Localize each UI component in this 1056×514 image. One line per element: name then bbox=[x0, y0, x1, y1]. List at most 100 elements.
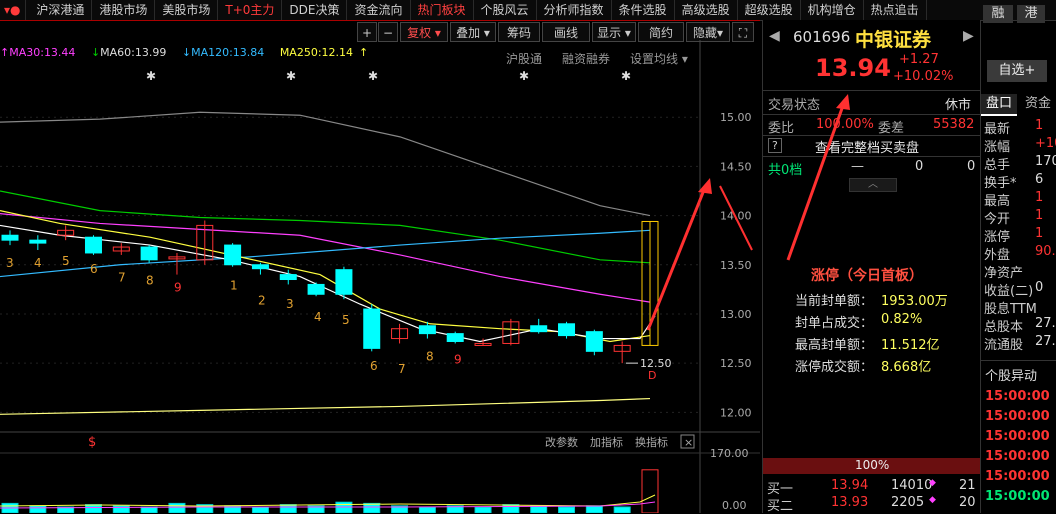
buy-p: 13.94 bbox=[831, 478, 869, 493]
zoom-out-button[interactable]: − bbox=[378, 22, 398, 42]
menu-item-3[interactable]: T+0主力 bbox=[218, 0, 283, 20]
menu-item-5[interactable]: 资金流向 bbox=[347, 0, 411, 20]
volume-bar bbox=[84, 504, 102, 513]
tab-zijin[interactable]: 资金 bbox=[1019, 94, 1056, 114]
zt-value: 8.668亿 bbox=[881, 360, 932, 375]
yidong-time: 15:00:00 bbox=[985, 469, 1050, 484]
menu-item-13[interactable]: 热点追击 bbox=[864, 0, 927, 20]
buy-p: 13.93 bbox=[831, 495, 869, 510]
side-stats: 融 港 自选+ 盘口 资金 最新 1 涨幅 +10 总手 170. 换手* 6 最高 1 今开 1 涨停… bbox=[980, 5, 1056, 513]
menu-item-8[interactable]: 分析师指数 bbox=[537, 0, 612, 20]
candle-body bbox=[446, 333, 464, 342]
yidong-time: 15:00:00 bbox=[985, 429, 1050, 444]
stat-value: +10 bbox=[1035, 136, 1056, 151]
chips-button[interactable]: 筹码 bbox=[498, 22, 540, 42]
stat-key: 净资产 bbox=[984, 266, 1024, 281]
menu-item-10[interactable]: 高级选股 bbox=[675, 0, 738, 20]
volume-bar bbox=[363, 502, 381, 513]
yidong-time: 15:00:00 bbox=[985, 409, 1050, 424]
menu-item-2[interactable]: 美股市场 bbox=[155, 0, 219, 20]
add-watchlist-button[interactable]: 自选+ bbox=[987, 60, 1047, 82]
yidong-title: 个股异动 bbox=[985, 369, 1038, 384]
hide-dropdown[interactable]: 隐藏▾ bbox=[686, 22, 730, 42]
simple-button[interactable]: 简约 bbox=[638, 22, 684, 42]
candle-body bbox=[307, 283, 325, 295]
buy-k: 买二 bbox=[767, 499, 794, 514]
star-icon: ✱ bbox=[368, 69, 378, 83]
menu-item-9[interactable]: 条件选股 bbox=[612, 0, 675, 20]
count-label: 6 bbox=[370, 359, 378, 373]
tab-pankou[interactable]: 盘口 bbox=[981, 94, 1017, 116]
volume-bar bbox=[530, 505, 548, 513]
stat-value: 170. bbox=[1035, 154, 1056, 169]
gang-button[interactable]: 港 bbox=[1017, 5, 1045, 23]
volume-bar bbox=[418, 506, 436, 513]
volume-bar bbox=[168, 502, 186, 513]
zoom-in-button[interactable]: + bbox=[357, 22, 377, 42]
star-icon: ✱ bbox=[146, 69, 156, 83]
menu-item-0[interactable]: 沪深港通 bbox=[29, 0, 93, 20]
count-label: 3 bbox=[286, 297, 294, 311]
menu-item-11[interactable]: 超级选股 bbox=[738, 0, 801, 20]
volume-tool-link[interactable]: 换指标 bbox=[635, 435, 668, 449]
candle-body bbox=[363, 308, 381, 349]
count-label: 5 bbox=[62, 254, 70, 268]
volume-bar bbox=[251, 506, 269, 513]
candle-body bbox=[279, 274, 297, 281]
star-icon: ✱ bbox=[621, 69, 631, 83]
arrow-mid-line bbox=[719, 185, 753, 251]
yidong-time: 15:00:00 bbox=[985, 449, 1050, 464]
menu-item-4[interactable]: DDE决策 bbox=[282, 0, 348, 20]
menu-star-icon[interactable]: ▾● bbox=[0, 0, 26, 20]
volume-tool-link[interactable]: 加指标 bbox=[590, 435, 623, 449]
display-dropdown[interactable]: 显示 ▾ bbox=[592, 22, 636, 42]
stat-value: 1 bbox=[1035, 118, 1044, 133]
stat-key: 流通股 bbox=[984, 338, 1024, 353]
menu-item-7[interactable]: 个股风云 bbox=[474, 0, 537, 20]
candle-body bbox=[585, 331, 603, 352]
buy-v: 14010 bbox=[891, 478, 933, 493]
buy-v: 2205 bbox=[891, 495, 925, 510]
d-marker: D bbox=[648, 369, 656, 382]
stat-key: 换手* bbox=[984, 176, 1017, 191]
next-stock-icon[interactable]: ▶ bbox=[963, 28, 974, 44]
y-tick-label: 12.50 bbox=[720, 357, 752, 370]
stat-key: 最新 bbox=[984, 122, 1011, 137]
volume-tool-link[interactable]: 改参数 bbox=[545, 435, 578, 449]
arrow-left-line bbox=[646, 184, 708, 331]
count-label: 9 bbox=[174, 281, 182, 295]
prev-stock-icon[interactable]: ◀ bbox=[769, 28, 780, 44]
volume-tick: 170.00 bbox=[710, 447, 749, 460]
candle-body bbox=[1, 234, 19, 241]
count-label: 4 bbox=[314, 310, 322, 324]
candle-body bbox=[224, 244, 242, 266]
stat-value: 0 bbox=[1035, 280, 1044, 295]
volume-bar bbox=[279, 504, 297, 513]
menu-item-6[interactable]: 热门板块 bbox=[411, 0, 474, 20]
menu-item-1[interactable]: 港股市场 bbox=[92, 0, 156, 20]
stat-key: 今开 bbox=[984, 212, 1011, 227]
diamond-icon: ◆ bbox=[929, 495, 936, 505]
candle-body bbox=[251, 264, 269, 270]
close-icon-x: × bbox=[684, 436, 693, 449]
arrow-left-head bbox=[698, 178, 712, 194]
volume-bar bbox=[140, 506, 158, 513]
stat-key: 最高 bbox=[984, 194, 1011, 209]
stat-key: 收益(二) bbox=[984, 284, 1034, 299]
count-label: 3 bbox=[6, 256, 14, 270]
volume-bar bbox=[474, 506, 492, 513]
ma-long-line bbox=[0, 111, 651, 217]
menu-item-12[interactable]: 机构增仓 bbox=[801, 0, 864, 20]
star-icon: ✱ bbox=[286, 69, 296, 83]
fuquan-dropdown[interactable]: 复权 ▾ bbox=[400, 22, 448, 42]
count-label: 4 bbox=[34, 256, 42, 270]
volume-tick: 0.00 bbox=[722, 499, 747, 512]
overlay-dropdown[interactable]: 叠加 ▾ bbox=[450, 22, 496, 42]
stat-key: 总手 bbox=[984, 158, 1011, 173]
draw-line-button[interactable]: 画线 bbox=[542, 22, 590, 42]
rong-button[interactable]: 融 bbox=[983, 5, 1013, 23]
count-label: 6 bbox=[90, 262, 98, 276]
expand-icon[interactable]: ⛶ bbox=[732, 22, 754, 42]
pct-bar: 100% bbox=[763, 458, 981, 474]
candle-body bbox=[418, 325, 436, 335]
